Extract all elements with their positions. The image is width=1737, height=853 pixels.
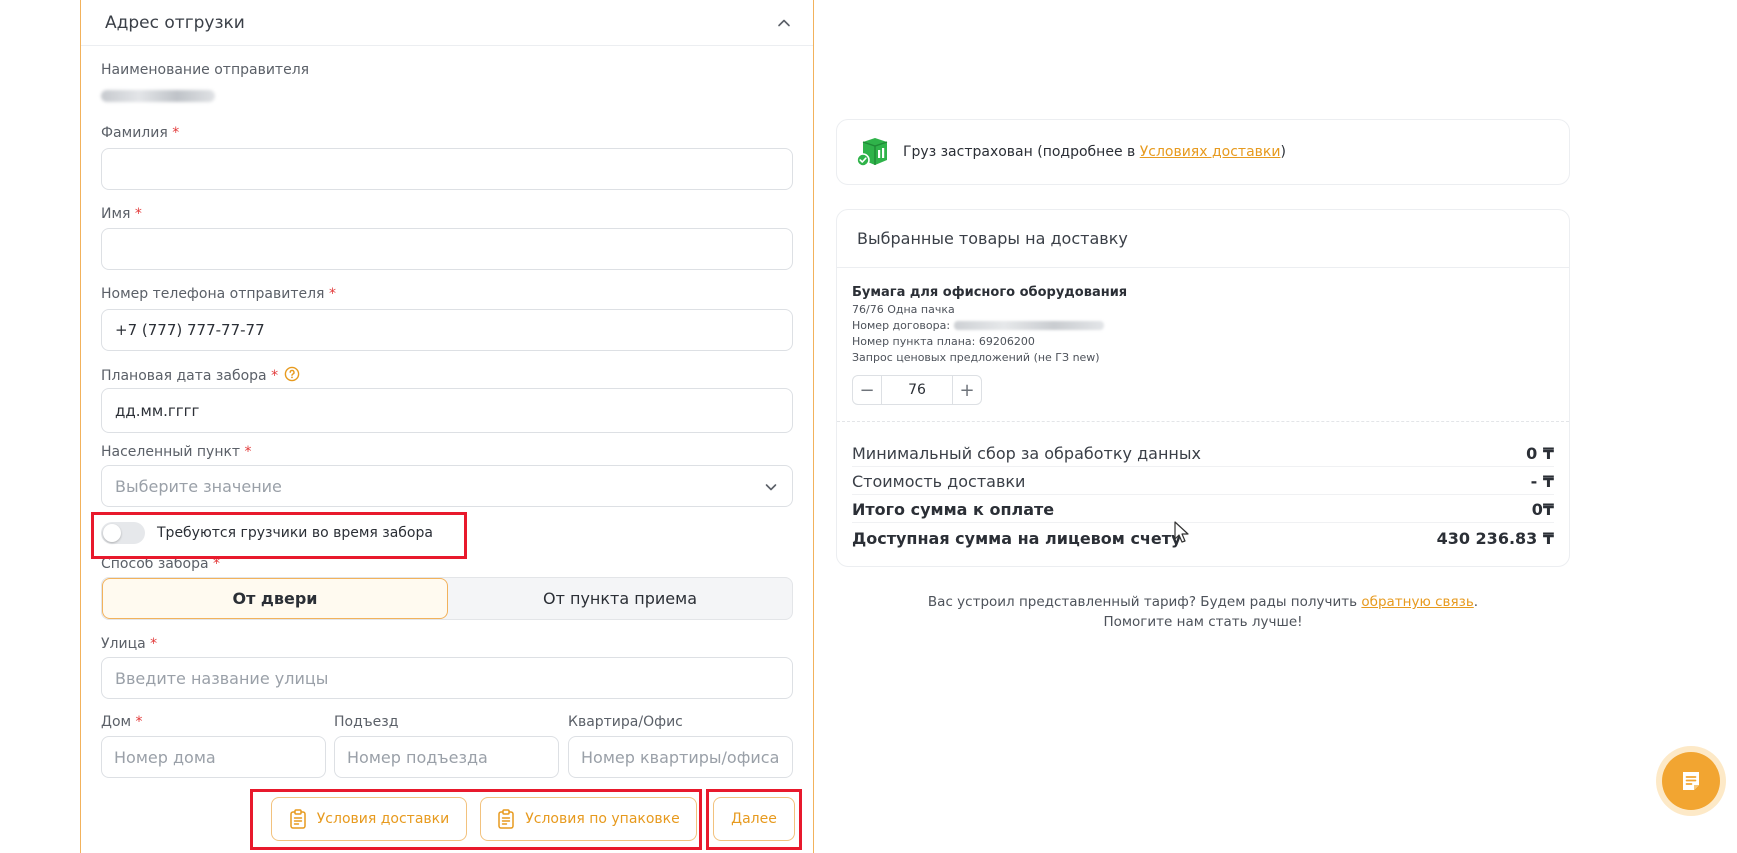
product-name: Бумага для офисного оборудования — [852, 285, 1128, 300]
highlight-loaders-toggle — [91, 512, 467, 559]
insured-box-icon — [856, 138, 888, 167]
delivery-terms-link[interactable]: Условиях доставки — [1140, 144, 1281, 160]
pickup-method-switch: От двери От пункта приема — [101, 577, 793, 620]
divider — [837, 421, 1569, 422]
city-select[interactable]: Выберите значение — [101, 465, 793, 507]
sender-name-label: Наименование отправителя — [101, 62, 310, 78]
product-info: Бумага для офисного оборудования 76/76 О… — [852, 285, 1127, 366]
quantity-value[interactable]: 76 — [881, 376, 953, 404]
selected-goods-title: Выбранные товары на доставку — [837, 210, 1569, 268]
pickup-date-label: Плановая дата забора * — [101, 366, 300, 384]
last-name-input[interactable] — [101, 148, 793, 190]
feedback-link[interactable]: обратную связь — [1361, 594, 1473, 610]
first-name-input[interactable] — [101, 228, 793, 270]
city-label: Населенный пункт * — [101, 444, 252, 460]
shipment-address-panel: Адрес отгрузки Наименование отправителя … — [80, 0, 814, 853]
insurance-text: Груз застрахован (подробнее в Условиях д… — [903, 144, 1286, 160]
product-contract: Номер договора: — [852, 318, 1127, 334]
product-request-type: Запрос ценовых предложений (не ГЗ new) — [852, 351, 1100, 364]
street-input[interactable]: Введите название улицы — [101, 657, 793, 699]
summary-row-total: Итого сумма к оплате 0₸ — [852, 497, 1554, 523]
question-circle-icon[interactable] — [284, 366, 300, 382]
next-button[interactable]: Далее — [713, 797, 795, 841]
product-pack: 76/76 Одна пачка — [852, 303, 955, 316]
contract-number-blurred — [953, 321, 1104, 330]
chat-notes-icon — [1683, 772, 1699, 790]
section-title: Адрес отгрузки — [105, 12, 245, 33]
summary-row-delivery-cost: Стоимость доставки - ₸ — [852, 469, 1554, 495]
sender-name-value-blurred — [101, 90, 215, 102]
quantity-stepper: − 76 + — [852, 375, 982, 405]
document-icon — [290, 809, 306, 829]
shipment-address-header[interactable]: Адрес отгрузки — [81, 0, 813, 46]
increment-button[interactable]: + — [953, 376, 981, 404]
document-icon — [498, 809, 514, 829]
packing-terms-button[interactable]: Условия по упаковке — [480, 797, 697, 841]
street-label: Улица * — [101, 636, 158, 652]
mouse-cursor-icon — [1174, 521, 1189, 543]
decrement-button[interactable]: − — [853, 376, 881, 404]
chevron-down-icon — [765, 484, 777, 491]
house-input[interactable]: Номер дома — [101, 736, 326, 778]
last-name-label: Фамилия * — [101, 125, 180, 141]
pickup-date-input[interactable]: дд.мм.гггг — [101, 388, 793, 433]
apartment-label: Квартира/Офис — [568, 714, 683, 730]
apartment-input[interactable]: Номер квартиры/офиса — [568, 736, 793, 778]
entrance-label: Подъезд — [334, 714, 399, 730]
phone-label: Номер телефона отправителя * — [101, 286, 336, 302]
entrance-input[interactable]: Номер подъезда — [334, 736, 559, 778]
phone-input[interactable]: +7 (777) 777-77-77 — [101, 309, 793, 351]
chat-fab-button[interactable] — [1662, 752, 1720, 810]
summary-row-processing-fee: Минимальный сбор за обработку данных 0 ₸ — [852, 441, 1554, 467]
selected-goods-card: Выбранные товары на доставку Бумага для … — [836, 209, 1570, 567]
pickup-method-door[interactable]: От двери — [102, 578, 448, 619]
delivery-terms-button[interactable]: Условия доставки — [271, 797, 467, 841]
chevron-up-icon[interactable] — [777, 16, 791, 30]
feedback-text: Вас устроил представленный тариф? Будем … — [927, 594, 1479, 630]
pickup-method-point[interactable]: От пункта приема — [448, 578, 792, 619]
first-name-label: Имя * — [101, 206, 142, 222]
summary-row-available-balance: Доступная сумма на лицевом счету 430 236.… — [852, 528, 1554, 548]
product-plan-point: Номер пункта плана: 69206200 — [852, 335, 1035, 348]
insurance-card: Груз застрахован (подробнее в Условиях д… — [836, 119, 1570, 185]
house-label: Дом * — [101, 714, 143, 730]
